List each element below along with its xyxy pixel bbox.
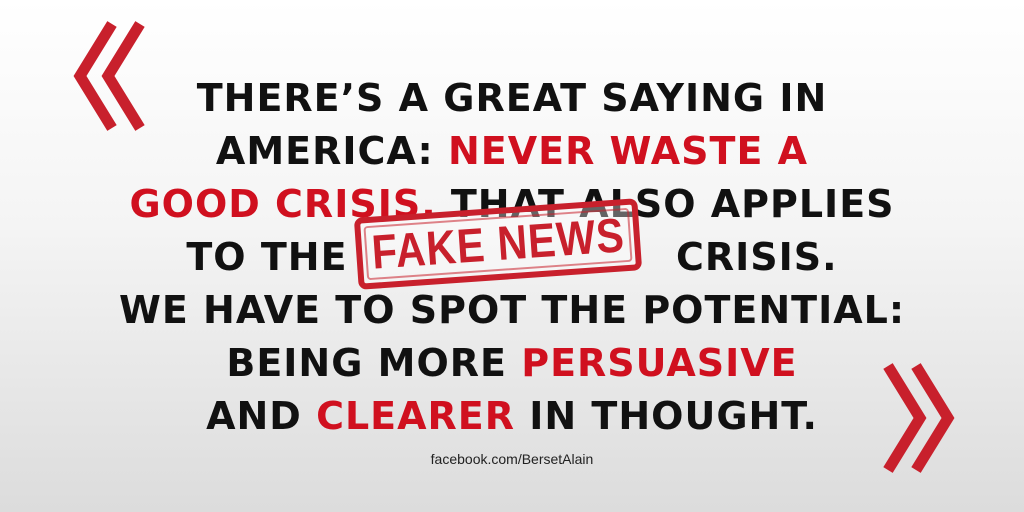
quote-line-7-text-b: IN THOUGHT.	[515, 394, 818, 438]
quote-line-6-text: BEING MORE	[226, 341, 522, 385]
quote-line-5-text: WE HAVE TO SPOT THE POTENTIAL:	[118, 288, 906, 332]
fake-news-stamp-text: FAKE NEWS	[369, 208, 627, 280]
quote-line-2-text: AMERICA:	[215, 129, 448, 173]
quote-highlight-persuasive: PERSUASIVE	[521, 341, 798, 385]
quote-line-5: WE HAVE TO SPOT THE POTENTIAL:	[0, 284, 1024, 337]
quote-line-4-text-a: TO THE	[186, 235, 362, 279]
quote-line-7: AND CLEARER IN THOUGHT.	[0, 390, 1024, 443]
quote-line-7-text-a: AND	[206, 394, 317, 438]
quote-line-6: BEING MORE PERSUASIVE	[0, 337, 1024, 390]
quote-line-2: AMERICA: NEVER WASTE A	[0, 125, 1024, 178]
quote-highlight-never-waste: NEVER WASTE A	[447, 129, 809, 173]
quote-line-1-text: THERE’S A GREAT SAYING IN	[196, 76, 828, 120]
quote-highlight-clearer: CLEARER	[316, 394, 516, 438]
source-credit: facebook.com/BersetAlain	[430, 451, 594, 467]
quote-line-1: THERE’S A GREAT SAYING IN	[0, 72, 1024, 125]
quote-line-4-text-b: CRISIS.	[661, 235, 838, 279]
